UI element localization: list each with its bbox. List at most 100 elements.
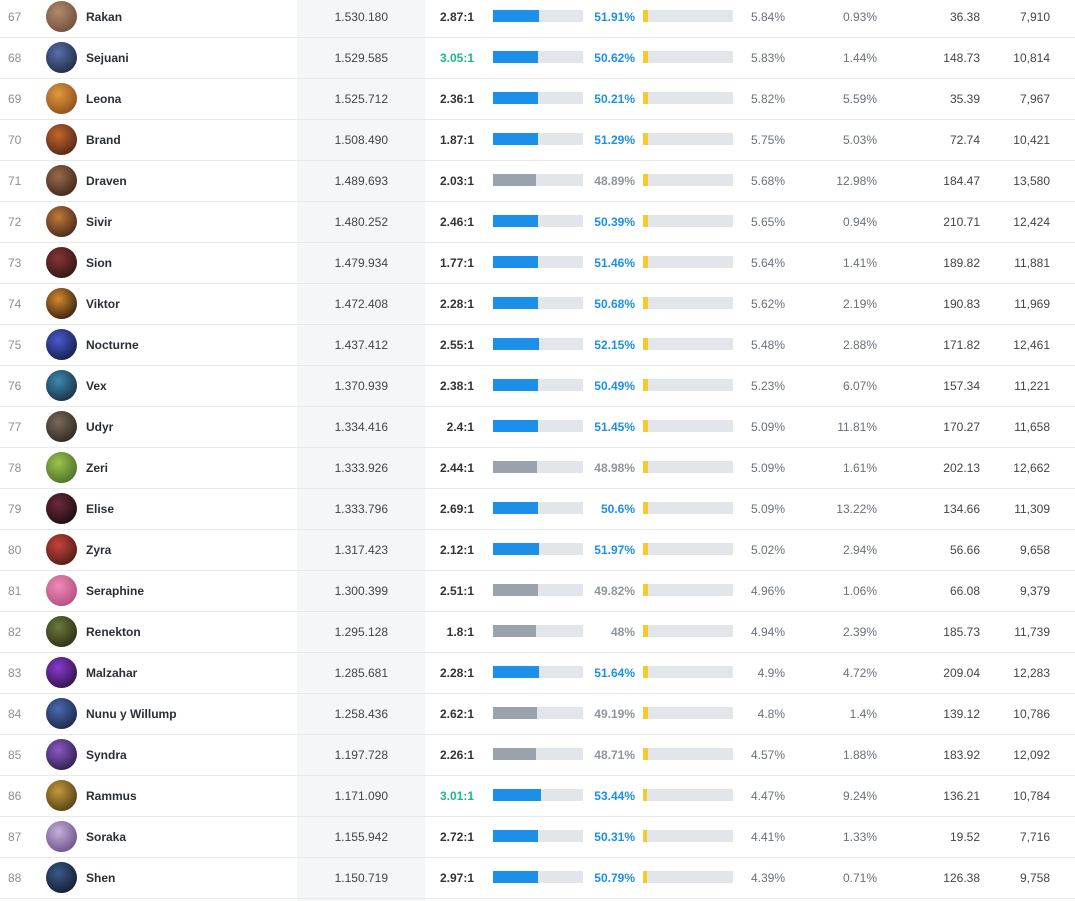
champion-name-link[interactable]: Shen [86,858,286,898]
table-row[interactable]: 67 Rakan 1.530.180 2.87:1 51.91% 5.84% 0.93% 36… [0,0,1075,38]
champion-name-link[interactable]: Renekton [86,612,286,652]
table-row[interactable]: 81 Seraphine 1.300.399 2.51:1 49.82% 4.96% 1.0… [0,571,1075,612]
champion-name-link[interactable]: Sivir [86,202,286,242]
table-row[interactable]: 75 Nocturne 1.437.412 2.55:1 52.15% 5.48% 2.88… [0,325,1075,366]
vex-portrait-icon[interactable] [46,370,77,401]
table-row[interactable]: 86 Rammus 1.171.090 3.01:1 53.44% 4.47% 9.24% 1… [0,776,1075,817]
winrate-bar-fill [493,748,537,760]
winrate-value: 48.89% [594,174,635,188]
draven-portrait-icon[interactable] [46,165,77,196]
table-row[interactable]: 70 Brand 1.508.490 1.87:1 51.29% 5.75% 5.03% 72… [0,120,1075,161]
champion-name-link[interactable]: Seraphine [86,571,286,611]
champion-name-link[interactable]: Syndra [86,735,286,775]
table-row[interactable]: 79 Elise 1.333.796 2.69:1 50.6% 5.09% 13.22% 13… [0,489,1075,530]
zyra-portrait-icon[interactable] [46,534,77,565]
champion-name-link[interactable]: Draven [86,161,286,201]
kda-ratio: 2.46:1 [439,215,474,229]
score-value: 1.334.416 [334,420,388,434]
table-row[interactable]: 78 Zeri 1.333.926 2.44:1 48.98% 5.09% 1.61% 202… [0,448,1075,489]
table-row[interactable]: 68 Sejuani 1.529.585 3.05:1 50.62% 5.83% 1.44%… [0,38,1075,79]
games-count: 12,662 [1013,461,1050,475]
seraphine-portrait-icon[interactable] [46,575,77,606]
stat-value: 185.73 [943,625,980,639]
rank-number: 87 [8,830,22,844]
brand-portrait-icon[interactable] [46,124,77,155]
table-row[interactable]: 83 Malzahar 1.285.681 2.28:1 51.64% 4.9% 4.72%… [0,653,1075,694]
table-row[interactable]: 72 Sivir 1.480.252 2.46:1 50.39% 5.65% 0.94% 21… [0,202,1075,243]
table-row[interactable]: 88 Shen 1.150.719 2.97:1 50.79% 4.39% 0.71% 126… [0,858,1075,899]
pick-rate: 5.02% [750,543,785,557]
rank-number: 86 [8,789,22,803]
champion-name-link[interactable]: Zeri [86,448,286,488]
sion-portrait-icon[interactable] [46,247,77,278]
rank-number: 85 [8,748,22,762]
champion-name-link[interactable]: Vex [86,366,286,406]
winrate-value: 50.79% [594,871,635,885]
ban-rate: 2.88% [842,338,877,352]
rakan-portrait-icon[interactable] [46,1,77,32]
winrate-value: 50.31% [594,830,635,844]
sivir-portrait-icon[interactable] [46,206,77,237]
shen-portrait-icon[interactable] [46,862,77,893]
champion-name-link[interactable]: Nocturne [86,325,286,365]
rank-number: 69 [8,92,22,106]
kda-ratio: 2.12:1 [439,543,474,557]
secondary-rate-bar-fill [643,748,648,760]
renekton-portrait-icon[interactable] [46,616,77,647]
udyr-portrait-icon[interactable] [46,411,77,442]
secondary-rate-bar-fill [643,420,648,432]
leona-portrait-icon[interactable] [46,83,77,114]
nunu-portrait-icon[interactable] [46,698,77,729]
games-count: 11,881 [1014,256,1050,270]
ban-rate: 12.98% [836,174,877,188]
champion-name-link[interactable]: Elise [86,489,286,529]
champion-name-link[interactable]: Leona [86,79,286,119]
rammus-portrait-icon[interactable] [46,780,77,811]
table-row[interactable]: 85 Syndra 1.197.728 2.26:1 48.71% 4.57% 1.88% 1… [0,735,1075,776]
table-row[interactable]: 76 Vex 1.370.939 2.38:1 50.49% 5.23% 6.07% 157.… [0,366,1075,407]
table-row[interactable]: 84 Nunu y Willump 1.258.436 2.62:1 49.19% 4.8… [0,694,1075,735]
table-row[interactable]: 80 Zyra 1.317.423 2.12:1 51.97% 5.02% 2.94% 56.… [0,530,1075,571]
viktor-portrait-icon[interactable] [46,288,77,319]
champion-name-link[interactable]: Soraka [86,817,286,857]
champion-name-link[interactable]: Rakan [86,0,286,37]
champion-name-link[interactable]: Udyr [86,407,286,447]
table-row[interactable]: 77 Udyr 1.334.416 2.4:1 51.45% 5.09% 11.81% 170… [0,407,1075,448]
table-row[interactable]: 82 Renekton 1.295.128 1.8:1 48% 4.94% 2.39% 185… [0,612,1075,653]
nocturne-portrait-icon[interactable] [46,329,77,360]
champion-name-link[interactable]: Zyra [86,530,286,570]
winrate-value: 52.15% [594,338,635,352]
table-row[interactable]: 71 Draven 1.489.693 2.03:1 48.89% 5.68% 12.98%… [0,161,1075,202]
kda-ratio: 3.05:1 [439,51,474,65]
malzahar-portrait-icon[interactable] [46,657,77,688]
champion-name-link[interactable]: Rammus [86,776,286,816]
sejuani-portrait-icon[interactable] [46,42,77,73]
champion-name-link[interactable]: Nunu y Willump [86,694,286,734]
table-row[interactable]: 69 Leona 1.525.712 2.36:1 50.21% 5.82% 5.59% 35… [0,79,1075,120]
rank-number: 84 [8,707,22,721]
kda-ratio: 2.28:1 [439,666,474,680]
table-row[interactable]: 73 Sion 1.479.934 1.77:1 51.46% 5.64% 1.41% 189… [0,243,1075,284]
winrate-bar-fill [493,10,539,22]
champion-name-link[interactable]: Brand [86,120,286,160]
champion-name-link[interactable]: Viktor [86,284,286,324]
stat-value: 184.47 [943,174,980,188]
games-count: 10,814 [1013,51,1050,65]
secondary-rate-bar-fill [643,174,649,186]
syndra-portrait-icon[interactable] [46,739,77,770]
champion-name-link[interactable]: Malzahar [86,653,286,693]
champion-name-link[interactable]: Sejuani [86,38,286,78]
games-count: 7,716 [1019,830,1050,844]
table-row[interactable]: 74 Viktor 1.472.408 2.28:1 50.68% 5.62% 2.19% 1… [0,284,1075,325]
table-row[interactable]: 87 Soraka 1.155.942 2.72:1 50.31% 4.41% 1.33% 1… [0,817,1075,858]
rank-number: 80 [8,543,22,557]
zeri-portrait-icon[interactable] [46,452,77,483]
games-count: 12,424 [1013,215,1050,229]
winrate-value: 51.29% [594,133,635,147]
rank-number: 67 [8,10,22,24]
champion-name-link[interactable]: Sion [86,243,286,283]
kda-ratio: 2.51:1 [439,584,474,598]
elise-portrait-icon[interactable] [46,493,77,524]
stat-value: 66.08 [949,584,980,598]
soraka-portrait-icon[interactable] [46,821,77,852]
